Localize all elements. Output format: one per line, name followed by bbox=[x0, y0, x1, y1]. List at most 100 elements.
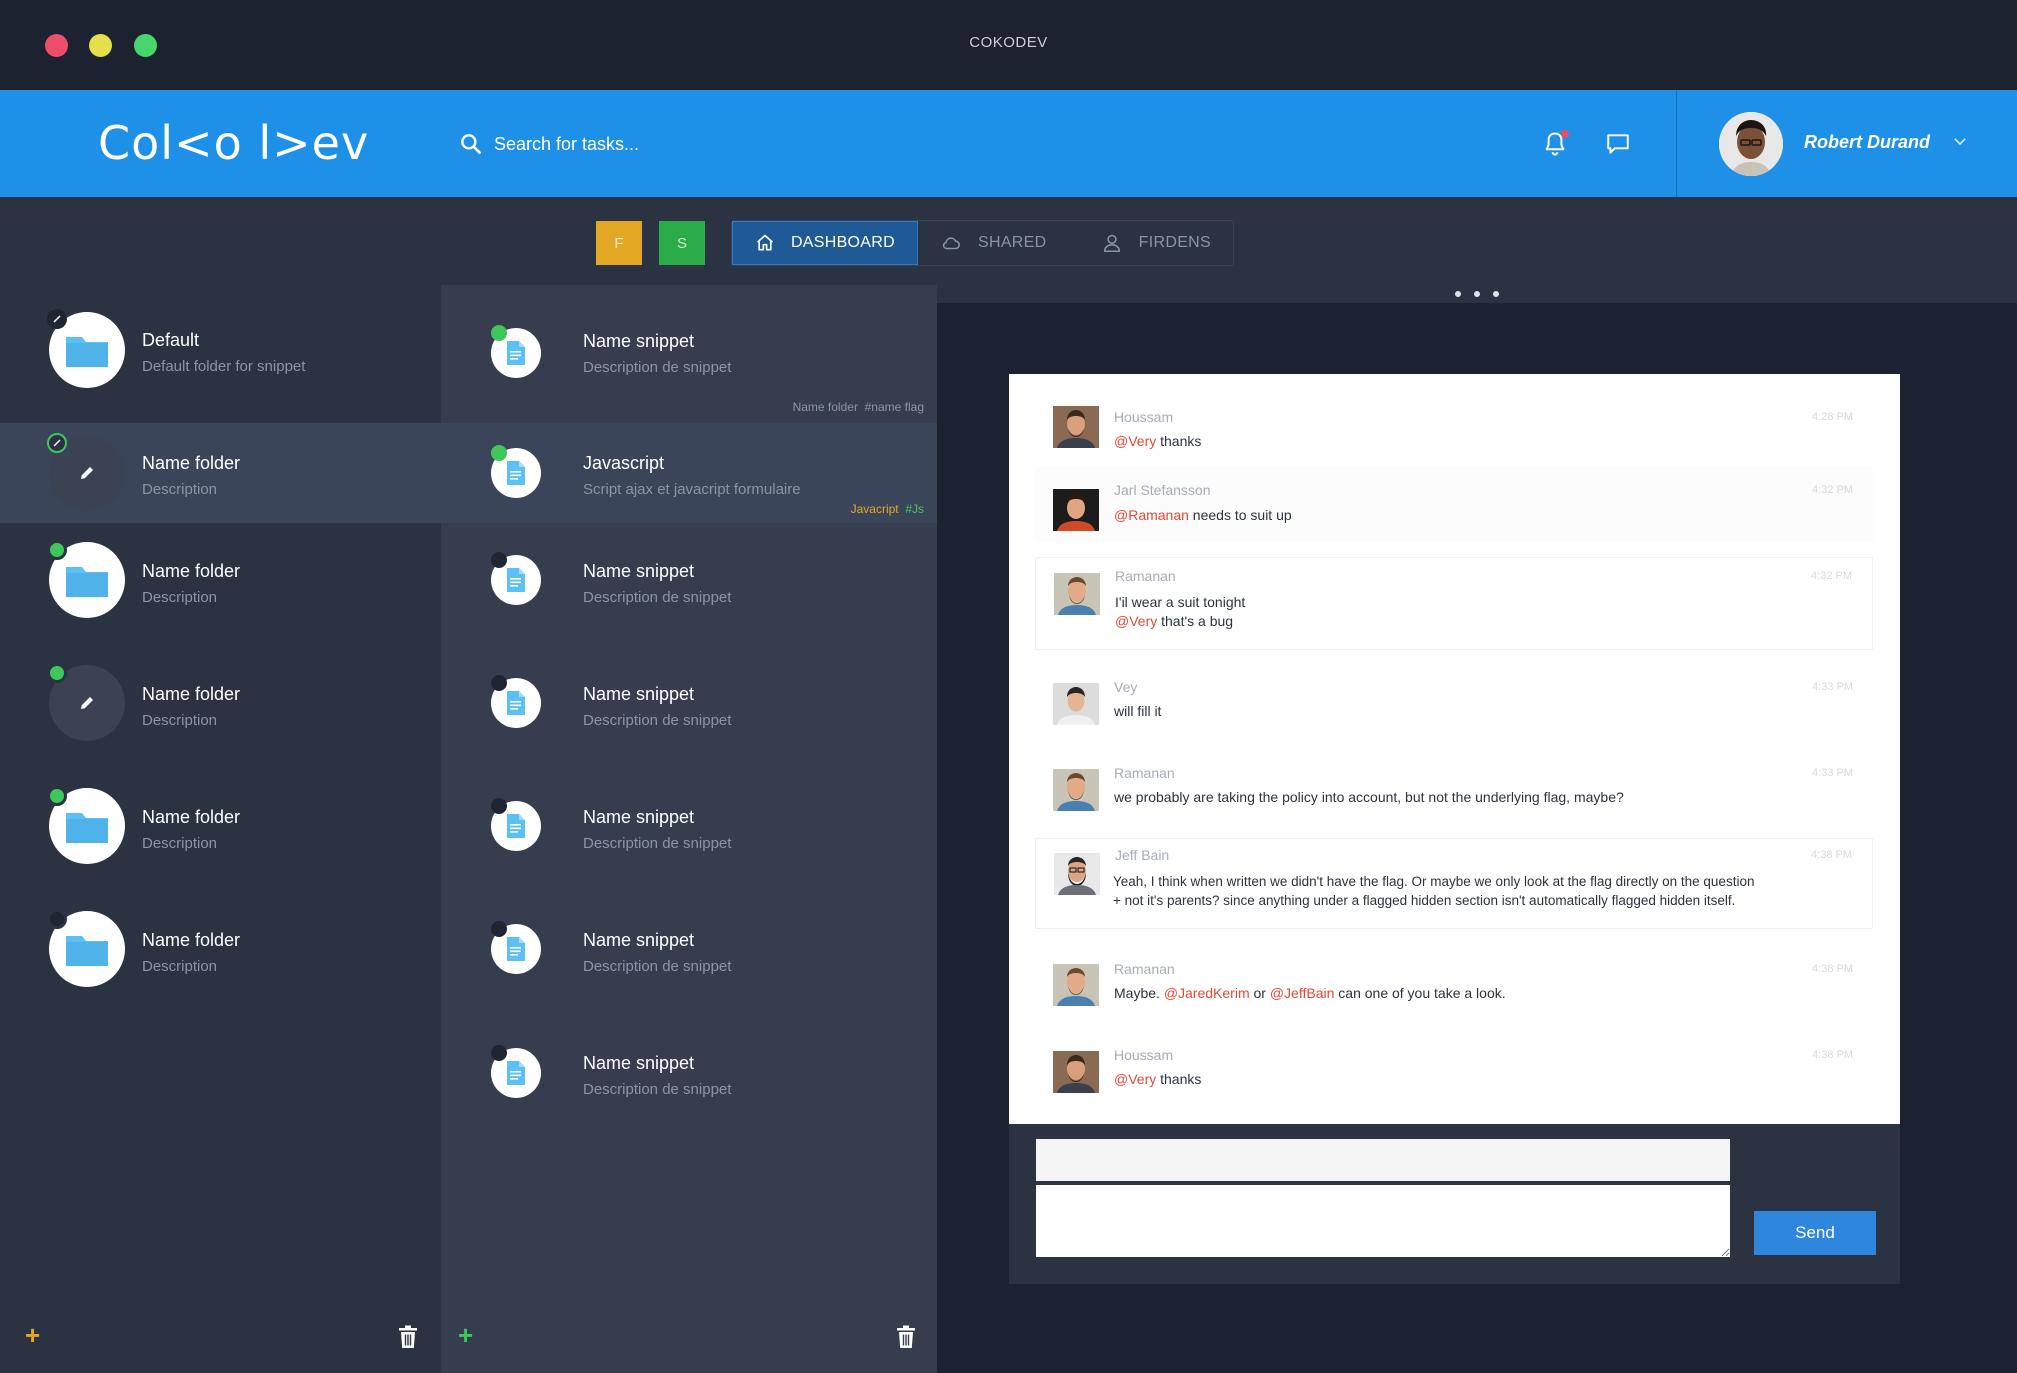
notifications-button[interactable] bbox=[1535, 124, 1575, 164]
panel-drag-handle[interactable] bbox=[937, 285, 2017, 303]
folder-title: Name folder bbox=[142, 930, 241, 950]
folder-item[interactable]: Name folder Description bbox=[0, 769, 441, 892]
snippets-panel: Name snippet Description de snippet Name… bbox=[441, 285, 937, 1373]
document-icon bbox=[507, 937, 525, 961]
search-bar[interactable] bbox=[458, 126, 1058, 162]
pencil-small-icon bbox=[53, 439, 61, 447]
chevron-down-icon[interactable] bbox=[1951, 132, 1969, 150]
user-mention[interactable]: @JeffBain bbox=[1270, 985, 1335, 1001]
message-author: Ramanan bbox=[1114, 765, 1175, 781]
message-author: Jeff Bain bbox=[1115, 847, 1170, 863]
folder-description: Description bbox=[142, 958, 218, 975]
user-avatar[interactable] bbox=[1719, 112, 1783, 176]
window-titlebar: COKODEV bbox=[0, 0, 2017, 90]
folder-title: Name folder bbox=[142, 684, 241, 704]
folder-icon bbox=[66, 337, 108, 367]
handle-dot bbox=[1455, 291, 1461, 297]
trash-icon[interactable] bbox=[896, 1325, 916, 1349]
message-time: 4:32 PM bbox=[1812, 484, 1853, 496]
user-mention[interactable]: @Very bbox=[1114, 433, 1156, 449]
message-text: @Ramanan needs to suit up bbox=[1114, 506, 1292, 525]
snippet-item[interactable]: Name snippet Description de snippet bbox=[441, 769, 937, 892]
app-logo[interactable]: Col<o l>ev bbox=[98, 116, 369, 170]
folder-title: Name folder bbox=[142, 561, 241, 581]
snippet-item[interactable]: Name snippet Description de snippet bbox=[441, 646, 937, 769]
chat-bubble-icon bbox=[1607, 134, 1629, 154]
snippet-title: Name snippet bbox=[583, 930, 695, 950]
snippet-title: Javascript bbox=[583, 453, 665, 473]
chat-compose-area: Send bbox=[1009, 1124, 1900, 1284]
message-author: Ramanan bbox=[1114, 961, 1175, 977]
add-folder-button[interactable]: + bbox=[25, 1320, 40, 1351]
tab-dashboard[interactable]: DASHBOARD bbox=[732, 221, 918, 265]
message-text: Maybe. @JaredKerim or @JeffBain can one … bbox=[1114, 984, 1506, 1003]
messages-button[interactable] bbox=[1598, 124, 1638, 164]
tab-shared[interactable]: SHARED bbox=[918, 221, 1079, 265]
tab-friends[interactable]: FIRDENS bbox=[1079, 221, 1233, 265]
folder-status-badge bbox=[47, 909, 67, 929]
message-text: Yeah, I think when written we didn't hav… bbox=[1113, 872, 1754, 910]
message-time: 4:38 PM bbox=[1812, 1049, 1853, 1061]
snippet-tags: Javacript #Js bbox=[851, 502, 924, 516]
message-time: 4:32 PM bbox=[1811, 570, 1852, 582]
document-icon bbox=[507, 341, 525, 365]
send-button[interactable]: Send bbox=[1754, 1211, 1876, 1255]
snippet-folder-tag: Javacript bbox=[850, 502, 899, 516]
snippet-item[interactable]: Javascript Script ajax et javacript form… bbox=[441, 423, 937, 523]
document-icon bbox=[507, 814, 525, 838]
trash-icon[interactable] bbox=[398, 1325, 418, 1349]
folder-item[interactable]: Name folder Description bbox=[0, 646, 441, 769]
add-snippet-button[interactable]: + bbox=[458, 1320, 473, 1351]
snippet-item[interactable]: Name snippet Description de snippet bbox=[441, 1015, 937, 1138]
folder-item[interactable]: Name folder Description bbox=[0, 892, 441, 1015]
user-mention[interactable]: @Ramanan bbox=[1114, 507, 1189, 523]
handle-dot bbox=[1474, 291, 1480, 297]
folder-title: Default bbox=[142, 330, 200, 350]
snippet-description: Description de snippet bbox=[583, 835, 732, 852]
folder-description: Description bbox=[142, 589, 218, 606]
folder-description: Description bbox=[142, 835, 218, 852]
snippet-item[interactable]: Name snippet Description de snippet bbox=[441, 523, 937, 646]
message-subject-input[interactable] bbox=[1036, 1139, 1730, 1181]
filter-s-button[interactable]: S bbox=[659, 221, 705, 265]
folder-item[interactable]: Default Default folder for snippet bbox=[0, 285, 441, 423]
user-mention[interactable]: @Very bbox=[1115, 613, 1157, 629]
snippet-description: Description de snippet bbox=[583, 359, 732, 376]
message-fragment: Maybe. bbox=[1114, 985, 1164, 1001]
snippet-status-badge bbox=[491, 921, 507, 937]
snippet-item[interactable]: Name snippet Description de snippet bbox=[441, 892, 937, 1015]
snippet-status-badge bbox=[491, 675, 507, 691]
message-fragment: Yeah, I think when written we didn't hav… bbox=[1113, 874, 1755, 889]
user-menu[interactable]: Robert Durand bbox=[1676, 90, 2017, 197]
message-avatar bbox=[1053, 406, 1099, 448]
chat-panel: Houssam 4:28 PM @Very thanks Jarl Stefan… bbox=[937, 285, 2017, 1373]
chat-message: Ramanan 4:33 PM we probably are taking t… bbox=[1035, 744, 1873, 826]
chat-message: Ramanan 4:32 PM I'il wear a suit tonight… bbox=[1035, 557, 1873, 650]
app-header: Col<o l>ev Robert Durand bbox=[0, 90, 2017, 197]
document-icon bbox=[507, 691, 525, 715]
chat-messages: Houssam 4:28 PM @Very thanks Jarl Stefan… bbox=[1009, 374, 1900, 1124]
cloud-icon bbox=[942, 237, 961, 250]
home-icon bbox=[756, 234, 773, 251]
filter-f-button[interactable]: F bbox=[596, 221, 642, 265]
message-avatar bbox=[1054, 573, 1100, 615]
search-input[interactable] bbox=[494, 133, 994, 155]
snippet-item[interactable]: Name snippet Description de snippet Name… bbox=[441, 285, 937, 423]
user-name[interactable]: Robert Durand bbox=[1804, 132, 1930, 153]
message-text: @Very thanks bbox=[1114, 1070, 1201, 1089]
snippet-folder-tag: Name folder bbox=[792, 400, 858, 414]
message-input[interactable] bbox=[1036, 1185, 1730, 1257]
folder-item[interactable]: Name folder Description bbox=[0, 523, 441, 646]
folder-status-badge bbox=[47, 309, 67, 329]
user-mention[interactable]: @Very bbox=[1114, 1071, 1156, 1087]
snippet-status-badge bbox=[491, 552, 507, 568]
snippet-tags: Name folder #name flag bbox=[793, 400, 924, 414]
sub-navigation: F S DASHBOARD SHARED FIRDENS bbox=[0, 197, 2017, 285]
message-fragment: I'il wear a suit tonight bbox=[1115, 594, 1246, 610]
window-title: COKODEV bbox=[969, 34, 1048, 51]
folder-item[interactable]: Name folder Description bbox=[0, 423, 441, 523]
message-text: we probably are taking the policy into a… bbox=[1114, 788, 1624, 807]
user-mention[interactable]: @JaredKerim bbox=[1164, 985, 1250, 1001]
folder-title: Name folder bbox=[142, 453, 241, 473]
message-fragment: thanks bbox=[1156, 433, 1202, 449]
